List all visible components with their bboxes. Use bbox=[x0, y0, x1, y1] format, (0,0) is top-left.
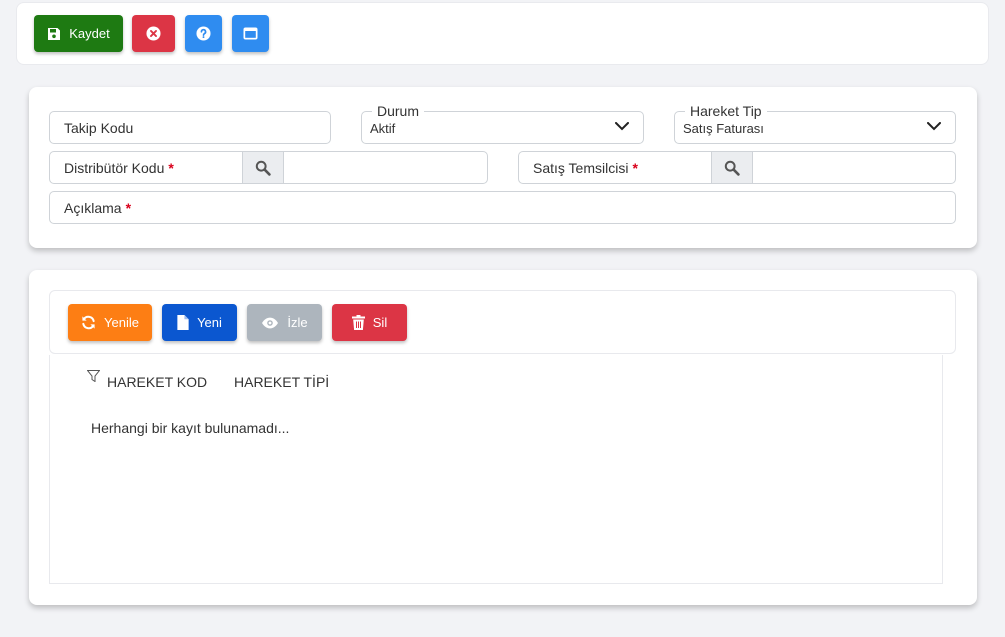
distributor-lookup-button[interactable] bbox=[242, 152, 284, 183]
sales-rep-label-wrap: Satış Temsilcisi * bbox=[533, 160, 638, 176]
view-button[interactable]: İzle bbox=[247, 304, 322, 341]
save-button-label: Kaydet bbox=[69, 26, 110, 41]
save-button[interactable]: Kaydet bbox=[34, 15, 123, 52]
grid-panel: Yenile Yeni İzle Sil HAREKET KOD HAREKET… bbox=[29, 270, 977, 605]
search-icon bbox=[255, 160, 271, 176]
column-header-hareket-kod[interactable]: HAREKET KOD bbox=[107, 374, 207, 390]
description-label-wrap: Açıklama * bbox=[64, 200, 131, 216]
status-select[interactable]: Durum Aktif bbox=[361, 104, 644, 144]
chevron-down-icon bbox=[927, 122, 941, 131]
sales-rep-field: Satış Temsilcisi * bbox=[518, 151, 956, 184]
sales-rep-lookup-button[interactable] bbox=[711, 152, 753, 183]
data-table: HAREKET KOD HAREKET TİPİ Herhangi bir ka… bbox=[49, 355, 943, 584]
empty-state-message: Herhangi bir kayıt bulunamadı... bbox=[91, 420, 290, 436]
new-button[interactable]: Yeni bbox=[162, 304, 237, 341]
description-field[interactable]: Açıklama * bbox=[49, 191, 956, 224]
view-button-label: İzle bbox=[287, 315, 308, 330]
required-mark: * bbox=[125, 200, 132, 216]
grid-toolbar: Yenile Yeni İzle Sil bbox=[49, 290, 956, 354]
distributor-code-label: Distribütör Kodu bbox=[64, 160, 165, 176]
refresh-icon bbox=[82, 315, 95, 330]
distributor-code-input[interactable] bbox=[286, 154, 484, 181]
movement-type-value: Satış Faturası bbox=[683, 121, 764, 136]
description-label: Açıklama bbox=[64, 200, 122, 216]
refresh-button[interactable]: Yenile bbox=[68, 304, 152, 341]
column-header-hareket-tipi[interactable]: HAREKET TİPİ bbox=[234, 374, 329, 390]
filter-icon[interactable] bbox=[87, 370, 100, 382]
sales-rep-label: Satış Temsilcisi bbox=[533, 160, 629, 176]
refresh-button-label: Yenile bbox=[104, 315, 139, 330]
delete-button-label: Sil bbox=[372, 315, 388, 330]
window-icon bbox=[243, 27, 258, 40]
movement-type-select[interactable]: Hareket Tip Satış Faturası bbox=[674, 104, 956, 144]
question-circle-icon bbox=[196, 26, 211, 41]
close-circle-icon bbox=[146, 26, 161, 41]
delete-button[interactable]: Sil bbox=[332, 304, 407, 341]
status-legend: Durum bbox=[372, 104, 425, 119]
tracking-code-field[interactable]: Takip Kodu bbox=[49, 111, 331, 144]
distributor-code-field: Distribütör Kodu * bbox=[49, 151, 488, 184]
close-button[interactable] bbox=[132, 15, 175, 52]
eye-icon bbox=[262, 317, 279, 328]
status-value: Aktif bbox=[370, 121, 396, 136]
filter-form: Takip Kodu Durum Aktif Hareket Tip Satış… bbox=[29, 87, 977, 248]
window-button[interactable] bbox=[232, 15, 269, 52]
new-button-label: Yeni bbox=[197, 315, 222, 330]
sales-rep-input[interactable] bbox=[755, 154, 951, 181]
file-icon bbox=[177, 315, 189, 330]
top-toolbar: Kaydet bbox=[16, 2, 989, 65]
required-mark: * bbox=[168, 160, 174, 176]
chevron-down-icon bbox=[615, 122, 629, 131]
trash-icon bbox=[351, 315, 365, 330]
tracking-code-label: Takip Kodu bbox=[64, 120, 134, 136]
search-icon bbox=[724, 160, 740, 176]
required-mark: * bbox=[632, 160, 638, 176]
movement-type-legend: Hareket Tip bbox=[685, 104, 767, 119]
distributor-code-label-wrap: Distribütör Kodu * bbox=[64, 160, 174, 176]
floppy-disk-icon bbox=[48, 27, 61, 40]
help-button[interactable] bbox=[185, 15, 222, 52]
